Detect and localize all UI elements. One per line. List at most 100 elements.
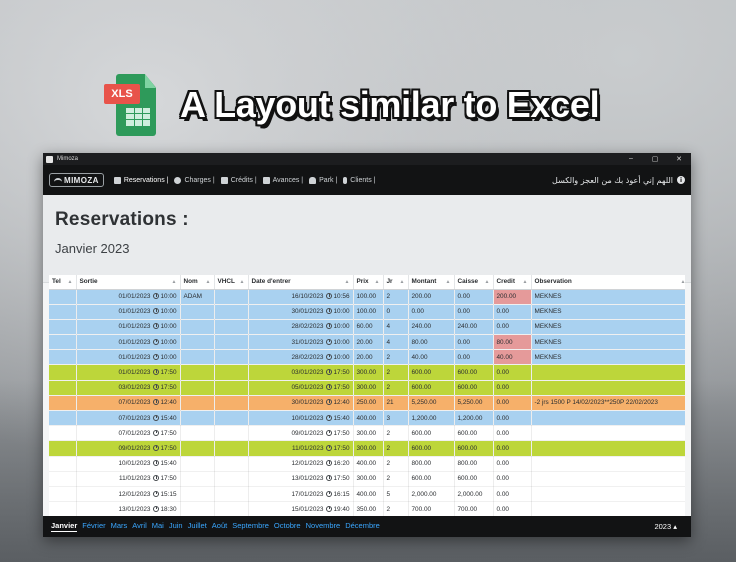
cell-date-entrer[interactable]: 05/01/2023 17:50 bbox=[248, 380, 354, 396]
nav-clients[interactable]: Clients | bbox=[343, 176, 375, 184]
cell-prix[interactable]: 400.00 bbox=[353, 486, 384, 503]
cell-jr[interactable]: 2 bbox=[383, 456, 409, 472]
cell-vhcl[interactable] bbox=[214, 456, 249, 472]
cell-tel[interactable] bbox=[49, 334, 77, 351]
cell-date-entrer[interactable]: 17/01/2023 16:15 bbox=[248, 486, 354, 503]
cell-prix[interactable]: 300.00 bbox=[353, 380, 384, 396]
cell-nom[interactable] bbox=[180, 319, 215, 336]
cell-prix[interactable]: 100.00 bbox=[353, 304, 384, 320]
cell-jr[interactable]: 3 bbox=[383, 410, 409, 427]
cell-jr[interactable]: 2 bbox=[383, 289, 409, 305]
nav-avances[interactable]: Avances | bbox=[262, 176, 303, 184]
cell-caisse[interactable]: 600.00 bbox=[454, 440, 494, 457]
cell-montant[interactable]: 240.00 bbox=[408, 319, 455, 336]
cell-observation[interactable] bbox=[531, 425, 685, 442]
cell-prix[interactable]: 300.00 bbox=[353, 364, 384, 381]
cell-prix[interactable]: 400.00 bbox=[353, 456, 384, 472]
cell-credit[interactable]: 0.00 bbox=[493, 304, 532, 320]
cell-prix[interactable]: 20.00 bbox=[353, 334, 384, 351]
cell-jr[interactable]: 2 bbox=[383, 380, 409, 396]
cell-montant[interactable]: 600.00 bbox=[408, 380, 455, 396]
cell-montant[interactable]: 600.00 bbox=[408, 364, 455, 381]
cell-sortie[interactable]: 12/01/2023 15:15 bbox=[76, 486, 181, 503]
cell-vhcl[interactable] bbox=[214, 289, 249, 305]
cell-credit[interactable]: 200.00 bbox=[493, 289, 532, 305]
cell-tel[interactable] bbox=[49, 440, 77, 457]
cell-date-entrer[interactable]: 11/01/2023 17:50 bbox=[248, 440, 354, 457]
table-row[interactable]: 03/01/2023 17:50 05/01/2023 17:50 300.00 2 600… bbox=[49, 380, 685, 396]
cell-observation[interactable]: MEKNES bbox=[531, 349, 685, 366]
cell-prix[interactable]: 250.00 bbox=[353, 395, 384, 412]
table-row[interactable]: 10/01/2023 15:40 12/01/2023 16:20 400.00 2 800… bbox=[49, 456, 685, 472]
cell-vhcl[interactable] bbox=[214, 486, 249, 503]
cell-date-entrer[interactable]: 13/01/2023 17:50 bbox=[248, 471, 354, 487]
cell-credit[interactable]: 0.00 bbox=[493, 440, 532, 457]
sort-icon[interactable]: ▲ bbox=[375, 279, 380, 285]
cell-credit[interactable]: 0.00 bbox=[493, 471, 532, 487]
cell-credit[interactable]: 0.00 bbox=[493, 380, 532, 396]
cell-vhcl[interactable] bbox=[214, 471, 249, 487]
cell-sortie[interactable]: 01/01/2023 17:50 bbox=[76, 364, 181, 381]
cell-sortie[interactable]: 03/01/2023 17:50 bbox=[76, 380, 181, 396]
sort-icon[interactable]: ▲ bbox=[523, 279, 528, 285]
cell-date-entrer[interactable]: 30/01/2023 12:40 bbox=[248, 395, 354, 412]
cell-caisse[interactable]: 600.00 bbox=[454, 380, 494, 396]
table-row[interactable]: 01/01/2023 10:00 30/01/2023 10:00 100.00 0 0.0… bbox=[49, 304, 685, 320]
cell-caisse[interactable]: 700.00 bbox=[454, 501, 494, 516]
cell-credit[interactable]: 0.00 bbox=[493, 410, 532, 427]
cell-nom[interactable] bbox=[180, 425, 215, 442]
cell-jr[interactable]: 2 bbox=[383, 425, 409, 442]
cell-montant[interactable]: 2,000.00 bbox=[408, 486, 455, 503]
month-tab[interactable]: Janvier bbox=[51, 521, 78, 532]
cell-nom[interactable] bbox=[180, 349, 215, 366]
sort-icon[interactable]: ▲ bbox=[446, 279, 451, 285]
cell-tel[interactable] bbox=[49, 471, 77, 487]
column-header[interactable]: Jr ▲ bbox=[383, 275, 409, 290]
cell-sortie[interactable]: 01/01/2023 10:00 bbox=[76, 304, 181, 320]
cell-nom[interactable] bbox=[180, 304, 215, 320]
cell-caisse[interactable]: 1,200.00 bbox=[454, 410, 494, 427]
cell-tel[interactable] bbox=[49, 410, 77, 427]
cell-caisse[interactable]: 0.00 bbox=[454, 349, 494, 366]
sort-icon[interactable]: ▲ bbox=[485, 279, 490, 285]
cell-jr[interactable]: 2 bbox=[383, 471, 409, 487]
cell-nom[interactable] bbox=[180, 395, 215, 412]
cell-credit[interactable]: 80.00 bbox=[493, 334, 532, 351]
cell-observation[interactable] bbox=[531, 486, 685, 503]
cell-observation[interactable] bbox=[531, 364, 685, 381]
sort-icon[interactable]: ▲ bbox=[681, 279, 685, 285]
cell-jr[interactable]: 2 bbox=[383, 440, 409, 457]
cell-tel[interactable] bbox=[49, 486, 77, 503]
cell-credit[interactable]: 0.00 bbox=[493, 456, 532, 472]
cell-observation[interactable] bbox=[531, 380, 685, 396]
cell-observation[interactable]: MEKNES bbox=[531, 289, 685, 305]
cell-montant[interactable]: 200.00 bbox=[408, 289, 455, 305]
cell-vhcl[interactable] bbox=[214, 410, 249, 427]
column-header[interactable]: Tel ▲ bbox=[49, 275, 77, 290]
cell-date-entrer[interactable]: 28/02/2023 10:00 bbox=[248, 349, 354, 366]
cell-sortie[interactable]: 13/01/2023 18:30 bbox=[76, 501, 181, 516]
cell-sortie[interactable]: 11/01/2023 17:50 bbox=[76, 471, 181, 487]
cell-prix[interactable]: 300.00 bbox=[353, 440, 384, 457]
cell-nom[interactable] bbox=[180, 471, 215, 487]
cell-jr[interactable]: 5 bbox=[383, 486, 409, 503]
cell-sortie[interactable]: 01/01/2023 10:00 bbox=[76, 289, 181, 305]
cell-jr[interactable]: 2 bbox=[383, 349, 409, 366]
cell-vhcl[interactable] bbox=[214, 440, 249, 457]
cell-prix[interactable]: 60.00 bbox=[353, 319, 384, 336]
cell-date-entrer[interactable]: 15/01/2023 19:40 bbox=[248, 501, 354, 516]
mimoza-logo[interactable]: MIMOZA bbox=[49, 173, 104, 187]
cell-montant[interactable]: 700.00 bbox=[408, 501, 455, 516]
cell-observation[interactable]: -2 jrs 1500 P 14/02/2023**250P 22/02/202… bbox=[531, 395, 685, 412]
year-selector[interactable]: 2023 ▴ bbox=[654, 522, 677, 531]
cell-caisse[interactable]: 0.00 bbox=[454, 334, 494, 351]
cell-caisse[interactable]: 600.00 bbox=[454, 425, 494, 442]
cell-date-entrer[interactable]: 12/01/2023 16:20 bbox=[248, 456, 354, 472]
sort-icon[interactable]: ▲ bbox=[172, 279, 177, 285]
column-header[interactable]: VHCL ▲ bbox=[214, 275, 249, 290]
cell-sortie[interactable]: 07/01/2023 15:40 bbox=[76, 410, 181, 427]
cell-observation[interactable] bbox=[531, 471, 685, 487]
cell-date-entrer[interactable]: 10/01/2023 15:40 bbox=[248, 410, 354, 427]
table-row[interactable]: 07/01/2023 17:50 09/01/2023 17:50 300.00 2 600… bbox=[49, 425, 685, 442]
cell-caisse[interactable]: 5,250.00 bbox=[454, 395, 494, 412]
